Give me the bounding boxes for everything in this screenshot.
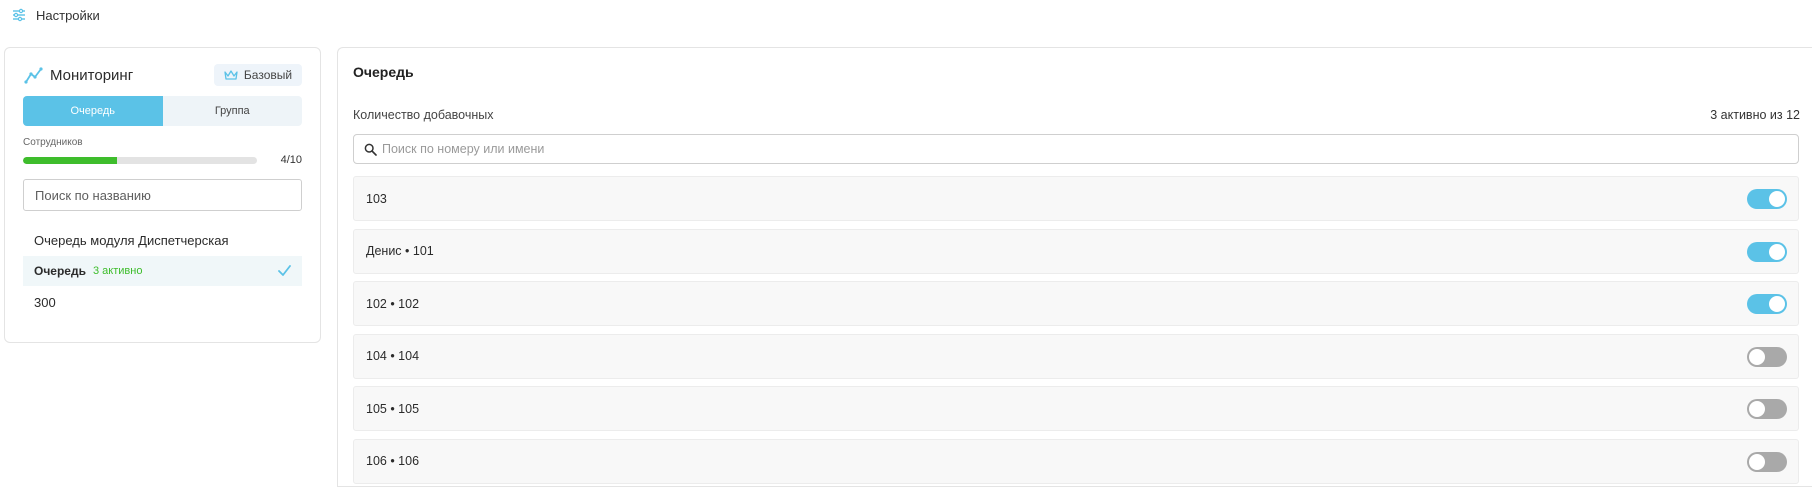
- queue-active-count: 3 активно: [92, 265, 143, 277]
- extension-search-input[interactable]: [382, 142, 1798, 156]
- queue-name: Очередь модуля Диспетчерская: [34, 232, 229, 248]
- extension-toggle[interactable]: [1747, 451, 1787, 472]
- extension-toggle[interactable]: [1747, 189, 1787, 209]
- extension-toggle[interactable]: [1747, 399, 1787, 419]
- page-title: Настройки: [36, 7, 100, 23]
- extension-label: 105 • 105: [366, 401, 420, 416]
- table-row: 103: [353, 176, 1799, 221]
- queue-name: 300: [34, 294, 56, 310]
- extension-label: 106 • 106: [366, 454, 420, 468]
- monitoring-title: Мониторинг: [50, 66, 134, 84]
- table-row: 104 • 104: [353, 333, 1799, 379]
- table-row: 106 • 106: [353, 438, 1799, 484]
- toggle-knob: [1749, 401, 1765, 417]
- table-row: Денис • 101: [353, 228, 1799, 274]
- tab-queue[interactable]: Очередь: [23, 96, 163, 126]
- check-icon: [278, 265, 291, 276]
- queue-panel: Очередь Количество добавочных 3 активно …: [337, 47, 1812, 487]
- extension-toggle[interactable]: [1747, 241, 1787, 262]
- extension-label: 102 • 102: [366, 296, 420, 311]
- crown-icon: [224, 69, 238, 81]
- extension-label: Денис • 101: [366, 244, 434, 258]
- monitoring-header: Мониторинг Базовый: [23, 62, 302, 88]
- table-row: 105 • 105: [353, 386, 1799, 431]
- table-row: 102 • 102: [353, 281, 1799, 326]
- list-item[interactable]: 300: [23, 287, 302, 317]
- plan-badge-label: Базовый: [243, 68, 293, 82]
- chart-line-icon: [23, 64, 45, 86]
- toggle-knob: [1749, 453, 1765, 470]
- plan-badge[interactable]: Базовый: [214, 64, 302, 86]
- queue-name: Очередь: [34, 264, 86, 278]
- top-bar: Настройки: [0, 0, 1812, 30]
- monitoring-tabs: Очередь Группа: [23, 96, 302, 126]
- monitoring-panel: Мониторинг Базовый Очередь Группа Сотруд…: [4, 47, 321, 343]
- toggle-knob: [1749, 348, 1765, 365]
- queue-list: Очередь модуля Диспетчерская Очередь 3 а…: [23, 225, 302, 318]
- extension-search: [353, 134, 1799, 164]
- queue-panel-title: Очередь: [353, 64, 414, 80]
- toggle-knob: [1769, 243, 1785, 260]
- sliders-icon[interactable]: [12, 8, 26, 22]
- extension-label: 103: [366, 191, 387, 206]
- list-item[interactable]: Очередь модуля Диспетчерская: [23, 225, 302, 255]
- extensions-label: Количество добавочных: [353, 108, 494, 122]
- toggle-knob: [1769, 296, 1785, 312]
- employees-label: Сотрудников: [23, 137, 83, 148]
- tab-group[interactable]: Группа: [163, 96, 303, 126]
- employees-progress-bar: [23, 157, 257, 164]
- queue-search-input[interactable]: [23, 179, 302, 211]
- extensions-count: 3 активно из 12: [1710, 108, 1800, 122]
- employees-count: 4/10: [280, 154, 302, 166]
- search-icon: [364, 143, 377, 156]
- toggle-knob: [1769, 191, 1785, 207]
- extension-label: 104 • 104: [366, 349, 420, 363]
- extension-toggle[interactable]: [1747, 346, 1787, 367]
- list-item[interactable]: Очередь 3 активно: [23, 256, 302, 286]
- employees-progress-fill: [23, 157, 117, 164]
- extension-toggle[interactable]: [1747, 294, 1787, 314]
- extension-list: 103 Денис • 101 102 • 102 104 • 104 105 …: [353, 176, 1799, 491]
